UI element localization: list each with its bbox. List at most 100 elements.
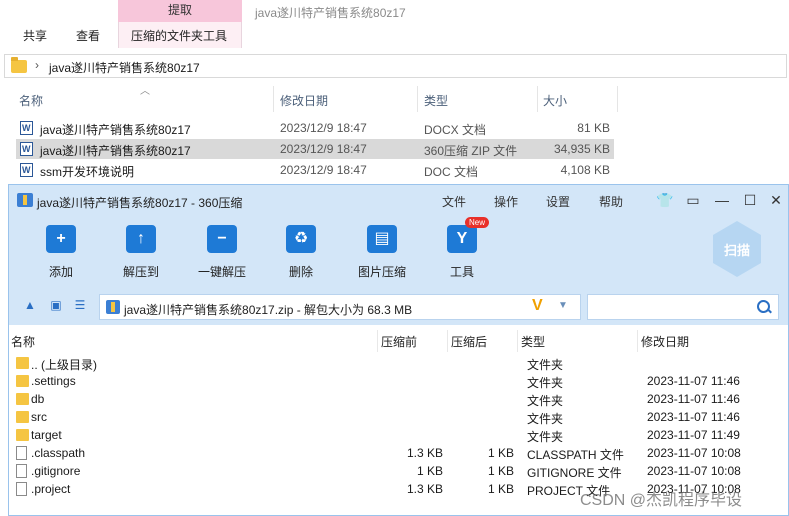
entry-name: src [31, 410, 47, 424]
address-box[interactable]: › java遂川特产销售系统80z17 [4, 54, 787, 78]
menu-help[interactable]: 帮助 [599, 193, 623, 210]
zip-file-icon [106, 300, 120, 314]
file-size: 81 KB [577, 121, 610, 135]
add-label: 添加 [48, 265, 73, 279]
archive-row[interactable]: .. (上级目录) 文件夹 [9, 354, 788, 372]
col-separator[interactable] [637, 330, 638, 352]
extract-to-label: 解压到 [122, 265, 159, 279]
feedback-icon[interactable]: ▭ [683, 190, 703, 210]
search-input[interactable] [587, 294, 779, 320]
archive-row[interactable]: db 文件夹 2023-11-07 11:46 [9, 390, 788, 408]
entry-date: 2023-11-07 11:46 [647, 392, 740, 406]
entry-type: 文件夹 [527, 376, 564, 390]
tab-share[interactable]: 共享 [23, 27, 47, 44]
minimize-icon[interactable]: — [712, 190, 732, 210]
file-name: ssm开发环境说明 [40, 165, 134, 179]
menu-settings[interactable]: 设置 [546, 193, 570, 210]
entry-date: 2023-11-07 11:49 [647, 428, 740, 442]
col-separator[interactable] [517, 330, 518, 352]
skin-icon[interactable]: 👕 [655, 190, 675, 210]
entry-size-after: 1 KB [487, 482, 514, 496]
col-date[interactable]: 修改日期 [641, 333, 689, 350]
col-name[interactable]: 名称 [19, 92, 43, 109]
entry-type: GITIGNORE 文件 [527, 466, 622, 480]
archive-row[interactable]: src 文件夹 2023-11-07 11:46 [9, 408, 788, 426]
archive-row[interactable]: .settings 文件夹 2023-11-07 11:46 [9, 372, 788, 390]
watermark: CSDN @杰凯程序毕设 [580, 492, 743, 509]
close-icon[interactable]: ✕ [766, 190, 786, 210]
extract-to-button[interactable]: ↑ 解压到 [109, 225, 173, 281]
chevron-right-icon[interactable]: › [35, 58, 39, 72]
tools-button[interactable]: Y 工具 [430, 225, 494, 281]
address-path[interactable]: java遂川特产销售系统80z17 [49, 59, 200, 76]
archive-row[interactable]: .classpath 1.3 KB 1 KB CLASSPATH 文件 2023… [9, 444, 788, 462]
delete-button[interactable]: ♻ 删除 [269, 225, 333, 281]
chevron-down-icon[interactable]: ▼ [558, 300, 568, 311]
folder-icon [16, 411, 29, 423]
col-separator[interactable] [617, 86, 618, 112]
folder-icon [16, 357, 29, 369]
col-separator[interactable] [377, 330, 378, 352]
file-type: DOC 文档 [424, 165, 479, 179]
col-type[interactable]: 类型 [521, 333, 545, 350]
menu-operate[interactable]: 操作 [494, 193, 518, 210]
entry-size-after: 1 KB [487, 464, 514, 478]
file-row-selected[interactable]: java遂川特产销售系统80z17 2023/12/9 18:47 360压缩 … [16, 139, 614, 159]
entry-name: .project [31, 482, 71, 496]
menu-file[interactable]: 文件 [442, 193, 466, 210]
add-button[interactable]: + 添加 [29, 225, 93, 281]
entry-name: target [31, 428, 62, 442]
col-size[interactable]: 大小 [543, 92, 567, 109]
entry-size-before: 1.3 KB [406, 482, 443, 496]
file-name: java遂川特产销售系统80z17 [40, 144, 191, 158]
col-name[interactable]: 名称 [11, 333, 35, 350]
thumbnail-view-icon[interactable]: ▣ [49, 299, 63, 311]
word-doc-icon [20, 121, 33, 135]
folder-icon [16, 429, 29, 441]
archive-row[interactable]: target 文件夹 2023-11-07 11:49 [9, 426, 788, 444]
file-row[interactable]: java遂川特产销售系统80z17 2023/12/9 18:47 DOCX 文… [16, 118, 614, 138]
file-size: 34,935 KB [553, 142, 610, 156]
col-type[interactable]: 类型 [424, 92, 448, 109]
one-click-extract-button[interactable]: − 一键解压 [190, 225, 254, 281]
file-row[interactable]: ssm开发环境说明 2023/12/9 18:47 DOC 文档 4,108 K… [16, 160, 614, 180]
col-separator[interactable] [273, 86, 274, 112]
entry-name: .gitignore [31, 464, 81, 478]
search-icon[interactable] [756, 299, 772, 315]
list-view-icon[interactable]: ☰ [73, 299, 87, 311]
scan-button[interactable]: 扫描 [709, 221, 765, 279]
col-separator[interactable] [417, 86, 418, 112]
sort-up-icon: ︿ [140, 86, 150, 97]
archive-row[interactable]: .gitignore 1 KB 1 KB GITIGNORE 文件 2023-1… [9, 462, 788, 480]
up-arrow-icon[interactable]: ▲ [23, 299, 37, 311]
file-list-header: ︿ 名称 修改日期 类型 大小 [0, 86, 789, 112]
scan-label: 扫描 [723, 243, 750, 258]
verified-v-icon[interactable]: V [532, 297, 543, 315]
image-compress-button[interactable]: ▤ 图片压缩 [350, 225, 414, 281]
tab-compressed-folder-tools[interactable]: 压缩的文件夹工具 [131, 27, 227, 44]
file-icon [16, 464, 27, 478]
col-date[interactable]: 修改日期 [280, 92, 328, 109]
zip-toolbar-area: java遂川特产销售系统80z17 - 360压缩 文件 操作 设置 帮助 👕 … [9, 185, 788, 325]
col-separator[interactable] [447, 330, 448, 352]
col-separator[interactable] [537, 86, 538, 112]
one-click-extract-icon: − [207, 225, 237, 253]
col-before[interactable]: 压缩前 [381, 333, 417, 350]
explorer-window-title: java遂川特产销售系统80z17 [255, 6, 406, 20]
archive-path-box[interactable]: java遂川特产销售系统80z17.zip - 解包大小为 68.3 MB V … [99, 294, 581, 320]
address-bar: › java遂川特产销售系统80z17 [0, 52, 789, 80]
entry-name: .. (上级目录) [31, 358, 97, 372]
delete-label: 删除 [288, 265, 313, 279]
entry-type: CLASSPATH 文件 [527, 448, 624, 462]
file-date: 2023/12/9 18:47 [280, 121, 367, 135]
zip-titlebar[interactable]: java遂川特产销售系统80z17 - 360压缩 文件 操作 设置 帮助 👕 … [9, 185, 788, 215]
archive-list-header: 名称 压缩前 压缩后 类型 修改日期 [9, 330, 788, 352]
zip-window-title: java遂川特产销售系统80z17 - 360压缩 [37, 196, 243, 210]
context-tab-extract[interactable]: 提取 [118, 0, 242, 22]
tab-view[interactable]: 查看 [76, 27, 100, 44]
maximize-icon[interactable]: ☐ [740, 190, 760, 210]
file-icon [16, 446, 27, 460]
col-after[interactable]: 压缩后 [451, 333, 487, 350]
file-size: 4,108 KB [560, 163, 610, 177]
add-icon: + [46, 225, 76, 253]
